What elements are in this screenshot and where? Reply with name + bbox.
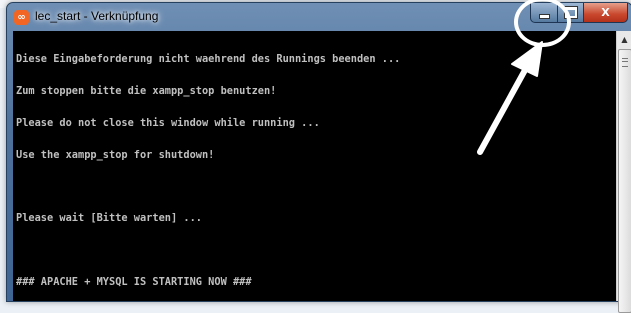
pointer-arrow-icon — [476, 41, 543, 157]
